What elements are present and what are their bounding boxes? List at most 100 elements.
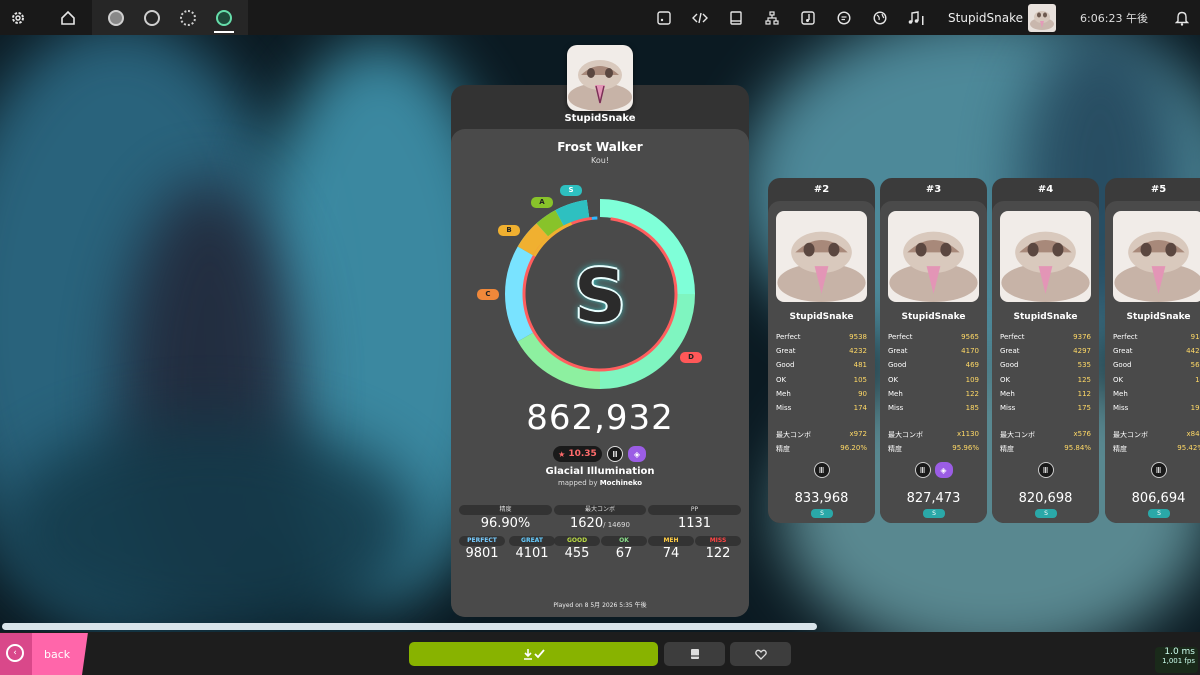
book-icon[interactable] <box>718 0 754 35</box>
card-row-ok: OK 109 <box>888 376 979 390</box>
mania-icon[interactable] <box>206 0 242 35</box>
card-row-great: Great 4297 <box>1000 347 1091 361</box>
card-row-label: Good <box>888 361 907 370</box>
leaderboard-card[interactable]: #4 StupidSnake Perfect 9376 Great 4297 Good 535… <box>992 178 1099 523</box>
favourite-button[interactable] <box>730 642 791 666</box>
song-title: Frost Walker <box>557 140 643 154</box>
home-icon[interactable] <box>50 0 86 35</box>
code-icon[interactable] <box>682 0 718 35</box>
card-row-label: OK <box>1113 375 1124 384</box>
card-row-accuracy: 精度 96.20% <box>776 444 867 458</box>
card-row-meh: Meh 112 <box>1000 390 1091 404</box>
card-avatar[interactable] <box>776 211 867 302</box>
card-row-value: 185 <box>965 404 979 412</box>
card-row-value: 174 <box>853 404 867 412</box>
card-row-value: 14 <box>1195 375 1200 384</box>
card-row-meh: Meh 122 <box>888 390 979 404</box>
grade-letter-text: S <box>574 254 626 338</box>
card-row-label: OK <box>776 375 787 384</box>
card-score: 806,694 <box>1131 491 1186 506</box>
grade-ring-a-segment <box>536 210 565 237</box>
tree-icon[interactable] <box>754 0 790 35</box>
star-rating-badge: ★ 10.35 <box>553 446 602 462</box>
grade-badge-c: C <box>477 289 499 300</box>
scroll-progress-bar[interactable] <box>2 623 817 630</box>
mod-icon-mania[interactable]: Ⅲ <box>914 462 931 478</box>
user-avatar[interactable] <box>1028 3 1056 32</box>
mod-icon-mania[interactable]: Ⅲ <box>607 446 623 462</box>
card-row-value: 9538 <box>849 333 867 341</box>
bell-icon[interactable] <box>1164 0 1200 35</box>
card-accuracy-value: 95.42% <box>1177 444 1200 452</box>
judgement-label-ok: OK <box>601 536 647 546</box>
star-rating-value: 10.35 <box>568 449 597 459</box>
pp-label: PP <box>648 505 741 515</box>
leaderboard-card[interactable]: #3 StupidSnake Perfect 9565 Great 4170 Good 469… <box>880 178 987 523</box>
card-mods: Ⅲ ◈ <box>880 462 987 478</box>
card-avatar[interactable] <box>1113 211 1200 302</box>
judgement-value-good: 455 <box>564 546 590 561</box>
card-rank: #4 <box>1037 184 1054 195</box>
card-row-value: 481 <box>853 361 867 370</box>
username[interactable]: StupidSnake <box>948 11 1023 25</box>
card-row-label: Good <box>776 361 795 370</box>
player-avatar[interactable] <box>567 45 633 111</box>
card-combo-value: x576 <box>1073 430 1091 438</box>
mod-icon-extra[interactable]: ◈ <box>934 462 953 478</box>
card-row-label: Meh <box>1000 389 1015 398</box>
toolbar-right: StupidSnake 6:06:23 午後 <box>646 0 1200 35</box>
card-row-value: 175 <box>1077 404 1091 412</box>
judgement-value-ok: 67 <box>615 546 633 561</box>
card-row-label: Good <box>1000 361 1019 370</box>
mod-icon-extra[interactable]: ◈ <box>628 446 646 462</box>
leaderboard-card[interactable]: #2 StupidSnake Perfect 9538 Great 4232 Good 481… <box>768 178 875 523</box>
globe-icon[interactable] <box>862 0 898 35</box>
mapper-line: mapped by Mochineko <box>451 479 749 487</box>
card-row-great: Great 4232 <box>776 347 867 361</box>
card-row-label: Great <box>1000 347 1020 356</box>
card-row-label: OK <box>1000 375 1011 384</box>
card-row-value: 535 <box>1077 361 1091 370</box>
card-row-label: Good <box>1113 361 1132 370</box>
music-sheet-icon[interactable] <box>790 0 826 35</box>
rss-icon[interactable] <box>646 0 682 35</box>
card-avatar[interactable] <box>1000 211 1091 302</box>
mapper-name[interactable]: Mochineko <box>600 479 642 487</box>
card-accuracy-label: 精度 <box>776 445 790 453</box>
card-row-perfect: Perfect 914 <box>1113 333 1200 347</box>
card-rank: #3 <box>925 184 942 195</box>
card-accuracy-label: 精度 <box>888 445 902 453</box>
card-row-good: Good 469 <box>888 361 979 375</box>
card-rank: #5 <box>1150 184 1167 195</box>
card-row-perfect: Perfect 9376 <box>1000 333 1091 347</box>
card-avatar[interactable] <box>888 211 979 302</box>
music-note-icon[interactable] <box>898 0 934 35</box>
catch-icon[interactable] <box>170 0 206 35</box>
mod-icon-mania[interactable]: Ⅲ <box>1150 462 1167 478</box>
leaderboard-card[interactable]: #5 StupidSnake Perfect 914 Great 4425 Good 560 O… <box>1105 178 1200 523</box>
grade-badge-b: B <box>498 225 520 236</box>
mod-icon-mania[interactable]: Ⅲ <box>813 462 830 478</box>
chat-icon[interactable] <box>826 0 862 35</box>
back-arrow-icon[interactable]: ‹ <box>6 644 24 662</box>
card-combo-label: 最大コンボ <box>888 431 923 439</box>
card-row-perfect: Perfect 9565 <box>888 333 979 347</box>
clock: 6:06:23 午後 <box>1080 11 1148 25</box>
osu-icon[interactable] <box>98 0 134 35</box>
mod-icon-mania[interactable]: Ⅲ <box>1037 462 1054 478</box>
card-grade-badge: S <box>923 509 945 518</box>
card-mods: Ⅲ <box>768 462 875 478</box>
back-label[interactable]: back <box>44 648 70 661</box>
taiko-icon[interactable] <box>134 0 170 35</box>
settings-icon[interactable] <box>0 0 36 35</box>
card-combo-value: x846 <box>1186 430 1200 438</box>
card-row-label: Miss <box>1000 404 1016 412</box>
card-score: 827,473 <box>906 491 961 506</box>
beatmap-info-button[interactable] <box>664 642 725 666</box>
card-row-miss: Miss 196 <box>1113 404 1200 418</box>
grade-ring-s-segment <box>555 199 590 227</box>
card-row-label: Great <box>776 347 796 356</box>
card-combo-label: 最大コンボ <box>1000 431 1035 439</box>
card-row-good: Good 560 <box>1113 361 1200 375</box>
download-replay-button[interactable] <box>409 642 658 666</box>
